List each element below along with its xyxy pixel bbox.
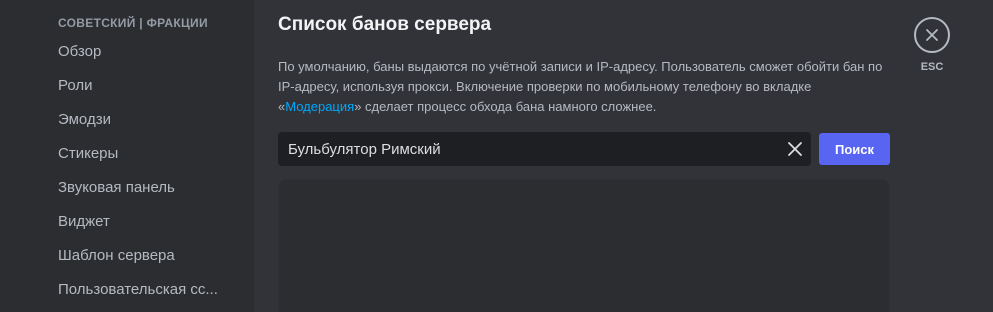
moderation-link[interactable]: Модерация xyxy=(285,99,354,114)
sidebar-item-stickers[interactable]: Стикеры xyxy=(50,138,240,170)
sidebar-item-roles[interactable]: Роли xyxy=(50,70,240,102)
ban-list-panel xyxy=(278,179,890,312)
settings-content: Список банов сервера По умолчанию, баны … xyxy=(254,0,993,312)
sidebar-item-widget[interactable]: Виджет xyxy=(50,206,240,238)
page-title: Список банов сервера xyxy=(278,14,492,35)
sidebar-item-overview[interactable]: Обзор xyxy=(50,36,240,68)
sidebar-item-soundboard[interactable]: Звуковая панель xyxy=(50,172,240,204)
close-button[interactable] xyxy=(914,17,950,53)
search-box xyxy=(278,132,811,166)
close-icon xyxy=(926,29,938,41)
search-button[interactable]: Поиск xyxy=(819,133,890,165)
search-input[interactable] xyxy=(288,132,779,166)
settings-sidebar: СОВЕТСКИЙ | ФРАКЦИИ Обзор Роли Эмодзи Ст… xyxy=(0,0,254,312)
sidebar-item-custom-link[interactable]: Пользовательская сс... xyxy=(50,274,240,306)
sidebar-item-emoji[interactable]: Эмодзи xyxy=(50,104,240,136)
description-text-after: » сделает процесс обхода бана намного сл… xyxy=(354,99,657,114)
sidebar-item-server-template[interactable]: Шаблон сервера xyxy=(50,240,240,272)
close-settings: ESC xyxy=(914,17,950,74)
esc-label: ESC xyxy=(920,61,944,73)
search-row: Поиск xyxy=(278,132,993,166)
ban-list-description: По умолчанию, баны выдаются по учётной з… xyxy=(278,57,890,117)
settings-window: СОВЕТСКИЙ | ФРАКЦИИ Обзор Роли Эмодзи Ст… xyxy=(0,0,993,312)
clear-search-button[interactable] xyxy=(779,132,811,166)
close-icon xyxy=(788,142,802,156)
sidebar-section-header: СОВЕТСКИЙ | ФРАКЦИИ xyxy=(58,16,208,30)
